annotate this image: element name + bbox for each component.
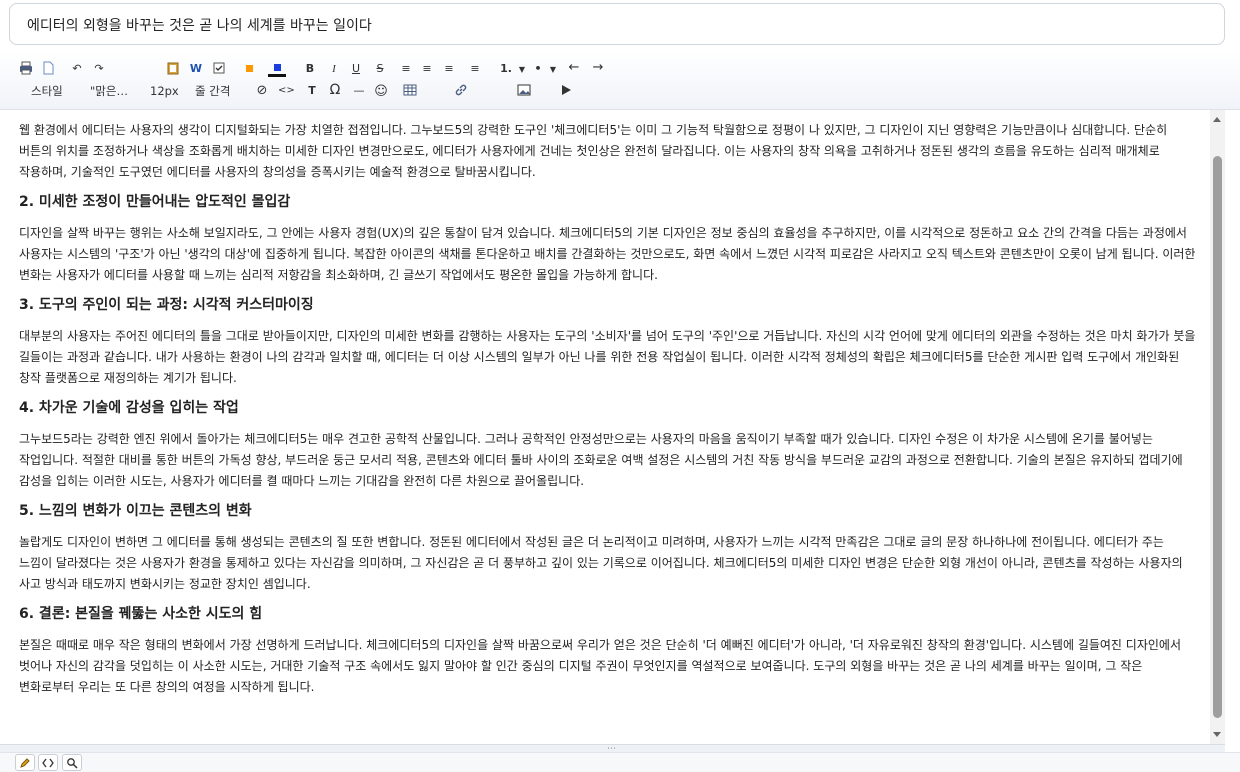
- indent-icon[interactable]: →: [591, 60, 605, 76]
- scroll-up-icon[interactable]: [1213, 117, 1221, 122]
- editor-toolbar: ↶ ↷ W B I U S ≡ ≡ ≡ ≡ 1. ▼ • ▼ ← → 스타일 "…: [0, 52, 1240, 110]
- code-view-icon[interactable]: <>: [278, 83, 295, 99]
- print-icon[interactable]: [19, 61, 35, 77]
- italic-button[interactable]: I: [327, 61, 341, 77]
- align-center-icon[interactable]: ≡: [420, 61, 434, 77]
- line-height-dropdown[interactable]: 줄 간격: [195, 83, 230, 99]
- preview-mode-icon[interactable]: [62, 754, 82, 771]
- text-button[interactable]: T: [305, 83, 319, 99]
- section-paragraph: 본질은 때때로 매우 작은 형태의 변화에서 가장 선명하게 드러납니다. 체크…: [19, 638, 1181, 694]
- section-heading: 5. 느낌의 변화가 이끄는 콘텐츠의 변화: [19, 503, 252, 519]
- section-heading: 3. 도구의 주인이 되는 과정: 시각적 커스터마이징: [19, 297, 314, 313]
- font-color-icon[interactable]: [242, 61, 258, 77]
- ordered-list-button[interactable]: 1.: [498, 61, 514, 77]
- special-char-button[interactable]: Ω: [328, 82, 342, 98]
- edit-mode-icon[interactable]: [15, 754, 35, 771]
- font-size-dropdown[interactable]: 12px: [150, 83, 179, 99]
- redo-icon[interactable]: ↷: [92, 61, 106, 77]
- undo-icon[interactable]: ↶: [70, 61, 84, 77]
- bullet-list-button[interactable]: •: [533, 61, 543, 77]
- align-left-icon[interactable]: ≡: [399, 61, 413, 77]
- outdent-icon[interactable]: ←: [567, 60, 581, 76]
- link-icon[interactable]: [454, 83, 470, 99]
- image-icon[interactable]: [517, 83, 533, 99]
- bold-button[interactable]: B: [303, 61, 317, 77]
- ordered-list-dropdown-icon[interactable]: ▼: [517, 62, 527, 78]
- editor-scrollbar[interactable]: [1210, 110, 1225, 744]
- font-family-dropdown[interactable]: "맑은…: [90, 83, 128, 99]
- section-heading: 6. 결론: 본질을 꿰뚫는 사소한 시도의 힘: [19, 606, 263, 622]
- section-paragraph: 놀랍게도 디자인이 변하면 그 에디터를 통해 생성되는 콘텐츠의 질 또한 변…: [19, 535, 1183, 591]
- checkbox-icon[interactable]: [212, 61, 228, 77]
- html-mode-icon[interactable]: [38, 754, 58, 771]
- align-justify-icon[interactable]: ≡: [468, 61, 482, 77]
- paste-icon[interactable]: [166, 61, 182, 77]
- background-color-icon[interactable]: [268, 58, 286, 78]
- editor-statusbar: [0, 752, 1240, 772]
- new-document-icon[interactable]: [41, 61, 57, 77]
- paste-from-word-button[interactable]: W: [189, 61, 203, 77]
- section-paragraph: 대부분의 사용자는 주어진 에디터의 틀을 그대로 받아들이지만, 디자인의 미…: [19, 329, 1196, 385]
- align-right-icon[interactable]: ≡: [442, 61, 456, 77]
- table-icon[interactable]: [403, 83, 419, 99]
- intro-paragraph: 웹 환경에서 에디터는 사용자의 생각이 디지털화되는 가장 치열한 접점입니다…: [19, 123, 1168, 179]
- media-icon[interactable]: [559, 83, 575, 99]
- scrollbar-thumb[interactable]: [1213, 156, 1222, 718]
- remove-format-icon[interactable]: ⊘: [255, 83, 269, 99]
- bullet-list-dropdown-icon[interactable]: ▼: [548, 62, 558, 78]
- underline-button[interactable]: U: [349, 61, 363, 77]
- horizontal-line-button[interactable]: —: [351, 83, 367, 99]
- section-heading: 2. 미세한 조정이 만들어내는 압도적인 몰입감: [19, 194, 291, 210]
- section-heading: 4. 차가운 기술에 감성을 입히는 작업: [19, 400, 239, 416]
- section-paragraph: 디자인을 살짝 바꾸는 행위는 사소해 보일지라도, 그 안에는 사용자 경험(…: [19, 226, 1196, 282]
- style-dropdown[interactable]: 스타일: [31, 83, 63, 99]
- emoji-button[interactable]: ☺: [374, 84, 388, 100]
- strikethrough-button[interactable]: S: [373, 61, 387, 77]
- scroll-down-icon[interactable]: [1213, 732, 1221, 737]
- title-input[interactable]: 에디터의 외형을 바꾸는 것은 곧 나의 세계를 바꾸는 일이다: [9, 3, 1225, 45]
- resize-handle[interactable]: ⋯: [0, 744, 1225, 754]
- editor-content-area[interactable]: 웹 환경에서 에디터는 사용자의 생각이 디지털화되는 가장 치열한 접점입니다…: [0, 110, 1210, 744]
- title-text: 에디터의 외형을 바꾸는 것은 곧 나의 세계를 바꾸는 일이다: [27, 18, 372, 34]
- section-paragraph: 그누보드5라는 강력한 엔진 위에서 돌아가는 체크에디터5는 매우 견고한 공…: [19, 432, 1183, 488]
